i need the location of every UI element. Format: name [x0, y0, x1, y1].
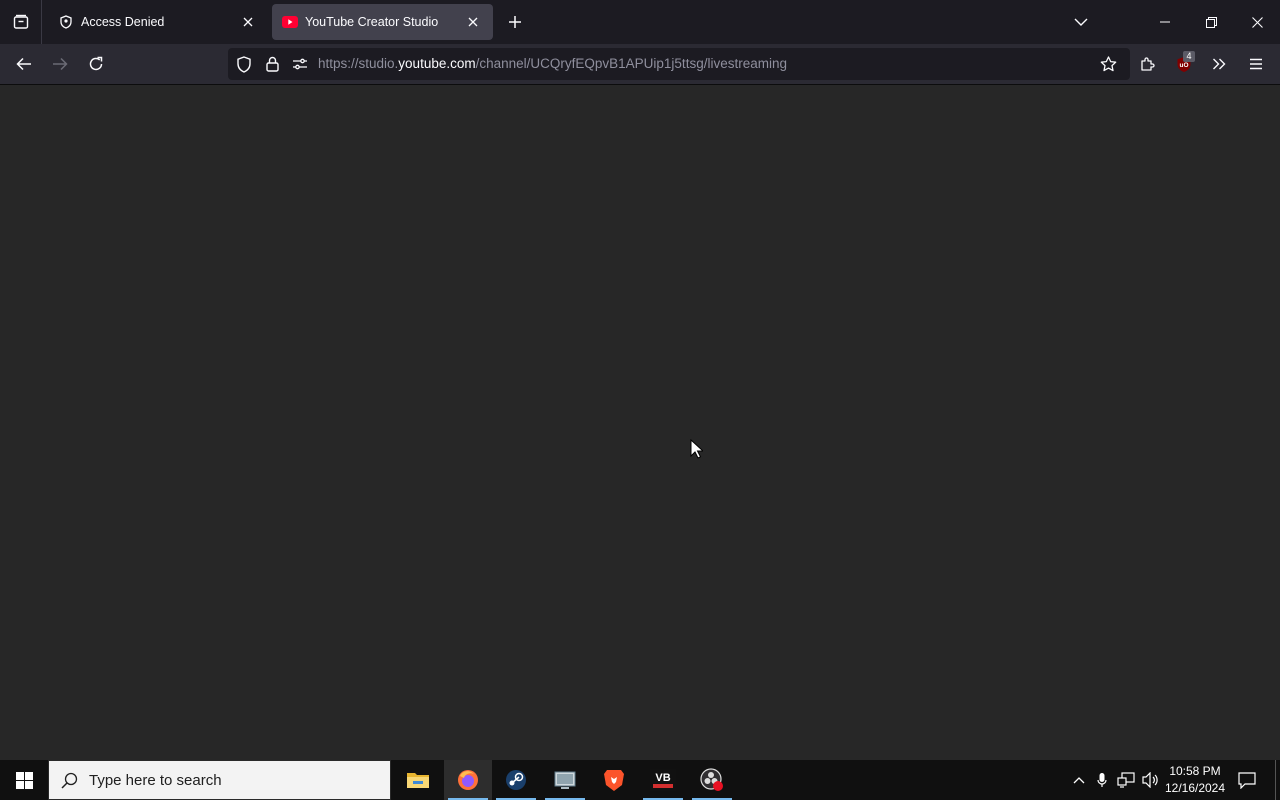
- steam-taskbar-button[interactable]: [492, 760, 540, 800]
- vb-audio-taskbar-button[interactable]: VB: [639, 760, 687, 800]
- tab-title: YouTube Creator Studio: [305, 15, 439, 29]
- ublock-origin-button[interactable]: uO 4: [1168, 48, 1200, 80]
- notification-icon: [1238, 771, 1256, 789]
- plus-icon: [509, 16, 521, 28]
- speaker-icon: [1142, 772, 1158, 788]
- arrow-left-icon: [16, 57, 31, 71]
- minimize-button[interactable]: [1142, 0, 1188, 44]
- menu-button[interactable]: [1240, 48, 1272, 80]
- vb-audio-icon: VB: [650, 769, 676, 791]
- windows-logo-icon: [15, 771, 33, 789]
- forward-button[interactable]: [44, 48, 76, 80]
- mouse-cursor-icon: [690, 439, 703, 459]
- extensions-button[interactable]: [1132, 48, 1164, 80]
- clock-date: 12/16/2024: [1164, 781, 1226, 795]
- tab-access-denied[interactable]: Access Denied: [48, 4, 268, 40]
- screen-app-taskbar-button[interactable]: [541, 760, 589, 800]
- action-center-button[interactable]: [1232, 760, 1262, 800]
- steam-icon: [506, 770, 526, 790]
- clock-time: 10:58 PM: [1169, 764, 1221, 778]
- extension-badge: 4: [1183, 51, 1195, 62]
- obs-taskbar-button[interactable]: [688, 760, 736, 800]
- svg-text:VB: VB: [655, 772, 670, 784]
- obs-icon: [700, 768, 723, 791]
- url-bar[interactable]: https://studio.youtube.com/channel/UCQry…: [228, 48, 1130, 80]
- windows-taskbar: Type here to search VB 10:58 PM 12/16/20…: [0, 760, 1280, 800]
- chevron-down-icon: [1074, 18, 1088, 26]
- double-chevron-right-icon: [1213, 58, 1226, 70]
- file-explorer-button[interactable]: [394, 760, 442, 800]
- youtube-icon: [282, 14, 298, 30]
- firefox-taskbar-button[interactable]: [444, 760, 492, 800]
- taskbar-search-box[interactable]: Type here to search: [48, 760, 391, 800]
- brave-taskbar-button[interactable]: [590, 760, 638, 800]
- close-icon: [1251, 16, 1263, 28]
- reload-icon: [89, 56, 103, 71]
- tab-bar: Access Denied YouTube Creator Studio: [0, 0, 1280, 44]
- start-button[interactable]: [0, 760, 48, 800]
- minimize-icon: [1160, 21, 1170, 23]
- network-tray-button[interactable]: [1115, 760, 1137, 800]
- restore-button[interactable]: [1188, 0, 1234, 44]
- url-prefix: https://studio.: [318, 56, 399, 71]
- close-window-button[interactable]: [1234, 0, 1280, 44]
- search-icon: [49, 772, 89, 789]
- firefox-view-button[interactable]: [0, 0, 42, 44]
- firefox-view-icon: [13, 14, 28, 29]
- list-all-tabs-button[interactable]: [1058, 0, 1104, 44]
- close-tab-icon[interactable]: [238, 12, 258, 32]
- tab-title: Access Denied: [81, 15, 165, 29]
- puzzle-icon: [1141, 57, 1155, 71]
- volume-tray-button[interactable]: [1140, 760, 1162, 800]
- new-tab-button[interactable]: [503, 10, 527, 34]
- arrow-right-icon: [53, 57, 68, 71]
- screen-app-icon: [554, 771, 576, 789]
- reload-button[interactable]: [80, 48, 112, 80]
- url-path: /channel/UCQryfEQpvB1APUip1j5ttsg/livest…: [475, 56, 787, 71]
- lock-icon[interactable]: [262, 54, 282, 74]
- page-content[interactable]: [0, 85, 1280, 760]
- taskbar-clock[interactable]: 10:58 PM 12/16/2024: [1162, 763, 1228, 797]
- firefox-icon: [458, 770, 478, 790]
- shield-user-icon: [58, 14, 74, 30]
- chevron-up-icon: [1073, 777, 1085, 784]
- permissions-icon[interactable]: [290, 54, 310, 74]
- hamburger-menu-icon: [1250, 58, 1262, 70]
- tracking-protection-icon[interactable]: [234, 54, 254, 74]
- svg-text:uO: uO: [1179, 62, 1188, 69]
- microphone-icon: [1097, 773, 1107, 787]
- tab-youtube-creator-studio[interactable]: YouTube Creator Studio: [272, 4, 493, 40]
- url-domain: youtube.com: [398, 56, 476, 71]
- brave-icon: [604, 770, 624, 791]
- navigation-toolbar: https://studio.youtube.com/channel/UCQry…: [0, 44, 1280, 85]
- microphone-tray-button[interactable]: [1092, 760, 1112, 800]
- bookmark-star-icon[interactable]: [1098, 54, 1118, 74]
- network-icon: [1117, 772, 1135, 788]
- show-desktop-button[interactable]: [1275, 760, 1276, 800]
- file-explorer-icon: [407, 773, 429, 788]
- search-placeholder: Type here to search: [89, 771, 222, 789]
- back-button[interactable]: [8, 48, 40, 80]
- show-hidden-icons-button[interactable]: [1068, 760, 1090, 800]
- more-tools-button[interactable]: [1203, 48, 1235, 80]
- close-tab-icon[interactable]: [463, 12, 483, 32]
- url-text[interactable]: https://studio.youtube.com/channel/UCQry…: [318, 56, 787, 71]
- restore-icon: [1205, 16, 1217, 28]
